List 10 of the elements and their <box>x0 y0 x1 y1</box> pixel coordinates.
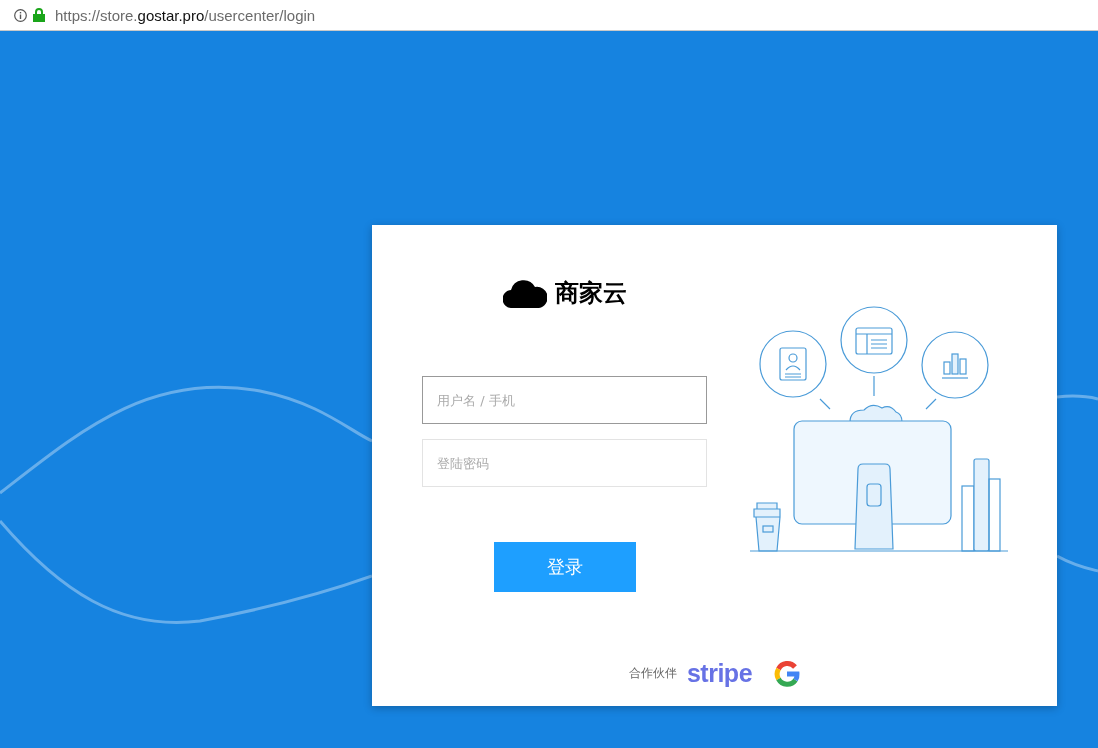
info-icon[interactable] <box>14 8 27 22</box>
cloud-icon <box>502 278 547 308</box>
logo-text: 商家云 <box>554 278 627 309</box>
g-logo-icon <box>774 660 801 687</box>
password-field[interactable]: 登陆密码 <box>422 439 707 487</box>
lock-icon[interactable] <box>33 8 45 22</box>
url-text[interactable]: https://store.gostar.pro/usercenter/login <box>55 6 316 24</box>
username-field[interactable]: 用户名 / 手机 <box>422 376 707 424</box>
partners-label: 合作伙伴 <box>628 665 677 682</box>
stripe-logo: stripe <box>686 659 753 688</box>
